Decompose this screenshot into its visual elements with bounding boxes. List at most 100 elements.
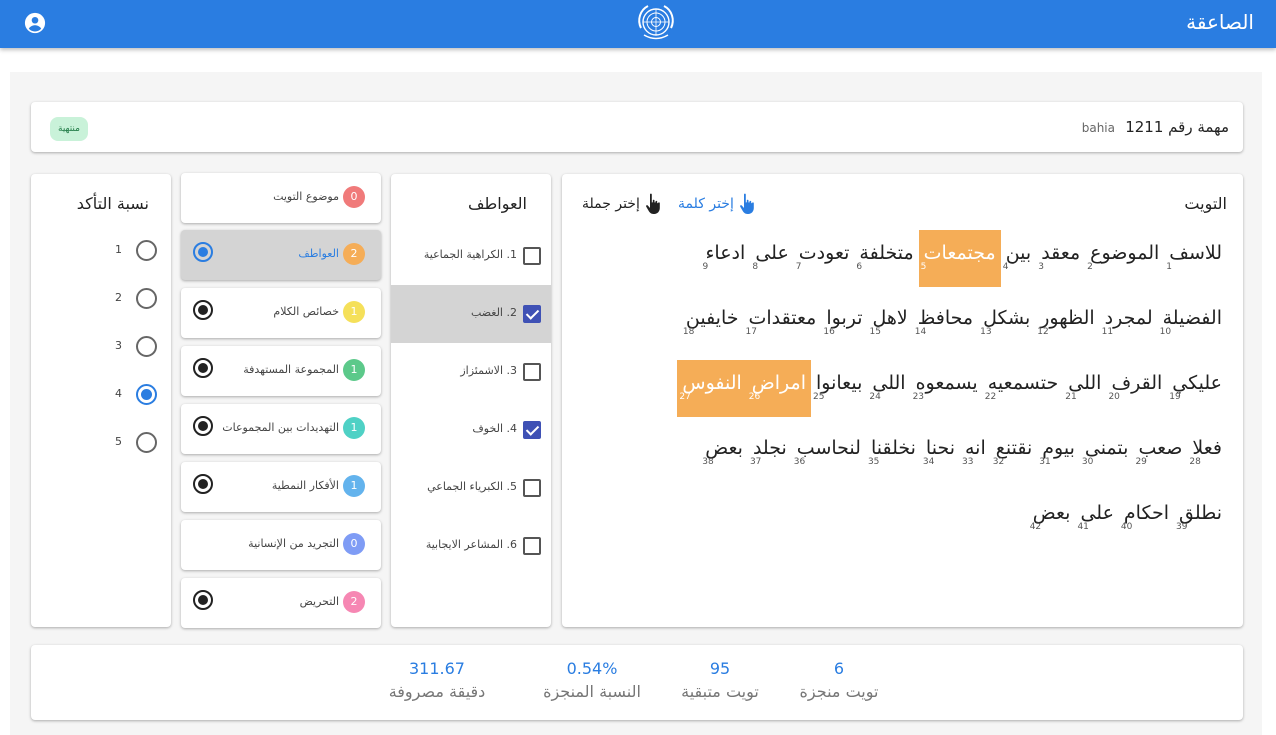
category-item[interactable]: خصائص الكلام 1 xyxy=(181,288,381,338)
tweet-word[interactable]: تعودت 7 xyxy=(794,230,855,287)
tweet-word[interactable]: فعلا 28 xyxy=(1187,425,1227,482)
tweet-word[interactable]: يسمعوه 23 xyxy=(911,360,983,417)
word-index: 30 xyxy=(1081,457,1094,467)
pointer-hand-icon xyxy=(739,193,754,214)
emotion-item[interactable]: 1. الكراهية الجماعية xyxy=(391,227,551,285)
category-item[interactable]: المجموعة المستهدفة 1 xyxy=(181,346,381,396)
tweet-word[interactable]: متخلفة 6 xyxy=(854,230,918,287)
confidence-level-label: 4 xyxy=(115,387,122,400)
tweet-word[interactable]: بعض 42 xyxy=(1028,490,1076,547)
tweet-word[interactable]: اللى 24 xyxy=(867,360,910,417)
category-item[interactable]: الأفكار النمطية 1 xyxy=(181,462,381,512)
emotion-item[interactable]: 4. الخوف xyxy=(391,401,551,459)
word-index: 21 xyxy=(1065,392,1077,402)
confidence-radio[interactable] xyxy=(136,384,157,405)
category-item[interactable]: العواطف 2 xyxy=(181,230,381,280)
tweet-word[interactable]: الموضوع 2 xyxy=(1085,230,1164,287)
tweet-word[interactable]: لنحاسب 36 xyxy=(792,425,866,482)
tweet-word[interactable]: صعب 29 xyxy=(1133,425,1187,482)
tweet-word[interactable]: معتقدات 17 xyxy=(744,295,822,352)
category-status-radio[interactable] xyxy=(193,474,213,494)
select-sentence-button[interactable]: إختر جملة xyxy=(582,192,662,216)
tweet-word[interactable]: على 8 xyxy=(750,230,793,287)
category-status-radio[interactable] xyxy=(193,416,213,436)
emotion-checkbox[interactable] xyxy=(523,479,541,497)
category-item[interactable]: موضوع التويت 0 xyxy=(181,173,381,223)
account-circle-icon[interactable] xyxy=(24,12,46,34)
word-text: ادعاء xyxy=(705,242,746,264)
category-status-radio[interactable] xyxy=(193,300,213,320)
tweet-word[interactable]: الفضيلة 10 xyxy=(1158,295,1227,352)
tweet-word[interactable]: نحنا 34 xyxy=(921,425,960,482)
emotion-checkbox[interactable] xyxy=(523,537,541,555)
tweet-word[interactable]: معقد 3 xyxy=(1036,230,1085,287)
confidence-radio[interactable] xyxy=(136,240,157,261)
tweet-word[interactable]: خايفين 18 xyxy=(681,295,744,352)
tweet-word[interactable]: ادعاء 9 xyxy=(701,230,751,287)
tweet-word[interactable]: احكام 40 xyxy=(1119,490,1174,547)
word-text: نخلقنا xyxy=(870,437,916,459)
word-text: على xyxy=(1080,502,1114,524)
category-item[interactable]: التهديدات بين المجموعات 1 xyxy=(181,404,381,454)
tweet-word[interactable]: القرف 20 xyxy=(1106,360,1167,417)
tweet-word[interactable]: نجلد 37 xyxy=(748,425,792,482)
tweet-word[interactable]: حتسمعيه 22 xyxy=(983,360,1064,417)
tweet-word[interactable]: بعض 38 xyxy=(700,425,748,482)
word-index: 13 xyxy=(980,327,992,337)
confidence-option[interactable]: 1 xyxy=(31,236,171,266)
category-status-radio[interactable] xyxy=(193,358,213,378)
tweet-word[interactable]: تربوا 16 xyxy=(821,295,867,352)
confidence-radio[interactable] xyxy=(136,432,157,453)
confidence-option[interactable]: 5 xyxy=(31,428,171,458)
category-status-radio[interactable] xyxy=(193,590,213,610)
word-index: 10 xyxy=(1159,327,1172,337)
emotion-checkbox[interactable] xyxy=(523,305,541,323)
tweet-word[interactable]: امراض 26 xyxy=(746,360,811,417)
tweet-word[interactable]: بيعانوا 25 xyxy=(811,360,867,417)
tweet-word[interactable]: بتمنى 30 xyxy=(1080,425,1134,482)
emotion-item[interactable]: 3. الاشمئزاز xyxy=(391,343,551,401)
tweet-word[interactable]: النفوس 27 xyxy=(677,360,747,417)
confidence-radio[interactable] xyxy=(136,336,157,357)
tweet-word[interactable]: لمجرد 11 xyxy=(1100,295,1158,352)
tweet-word[interactable]: لاهل 15 xyxy=(868,295,913,352)
tweet-word[interactable]: انه 33 xyxy=(960,425,991,482)
tweet-word[interactable]: بين 4 xyxy=(1001,230,1037,287)
confidence-option[interactable]: 4 xyxy=(31,380,171,410)
word-text: متخلفة xyxy=(859,242,914,264)
emotion-checkbox[interactable] xyxy=(523,421,541,439)
tweet-word[interactable]: بيوم 31 xyxy=(1037,425,1080,482)
word-index: 26 xyxy=(748,392,761,402)
emotion-item[interactable]: 2. الغضب xyxy=(391,285,551,343)
word-text: حتسمعيه xyxy=(987,372,1059,394)
tweet-word[interactable]: عليكي 19 xyxy=(1167,360,1227,417)
tweet-word[interactable]: بشكل 13 xyxy=(978,295,1035,352)
tweet-word[interactable]: على 41 xyxy=(1075,490,1118,547)
word-text: خايفين xyxy=(685,307,739,329)
category-item[interactable]: التجريد من الإنسانية 0 xyxy=(181,520,381,570)
select-sentence-label: إختر جملة xyxy=(582,196,640,212)
tweet-word[interactable]: نطلق 39 xyxy=(1174,490,1227,547)
tweet-word[interactable]: الظهور 12 xyxy=(1035,295,1099,352)
confidence-option[interactable]: 3 xyxy=(31,332,171,362)
tweet-word[interactable]: نقتنع 32 xyxy=(991,425,1037,482)
emotion-item[interactable]: 6. المشاعر الايجابية xyxy=(391,517,551,575)
category-item[interactable]: التحريض 2 xyxy=(181,578,381,628)
emotion-checkbox[interactable] xyxy=(523,363,541,381)
emotion-checkbox[interactable] xyxy=(523,247,541,265)
word-text: نطلق xyxy=(1178,502,1222,524)
tweet-word[interactable]: اللى 21 xyxy=(1063,360,1106,417)
word-text: بعض xyxy=(1032,502,1071,524)
tweet-word[interactable]: نخلقنا 35 xyxy=(866,425,921,482)
confidence-radio[interactable] xyxy=(136,288,157,309)
stat-item: 6 تويت منجزة xyxy=(769,659,909,701)
category-status-radio[interactable] xyxy=(193,242,213,262)
tweet-word[interactable]: للاسف 1 xyxy=(1164,230,1227,287)
stat-value: 311.67 xyxy=(409,659,465,678)
emotion-item[interactable]: 5. الكبرياء الجماعي xyxy=(391,459,551,517)
select-word-button[interactable]: إختر كلمة xyxy=(678,192,756,216)
tweet-word[interactable]: محافظ 14 xyxy=(913,295,978,352)
tweet-word[interactable]: مجتمعات 5 xyxy=(918,230,1001,287)
category-count-badge: 2 xyxy=(343,591,365,613)
confidence-option[interactable]: 2 xyxy=(31,284,171,314)
